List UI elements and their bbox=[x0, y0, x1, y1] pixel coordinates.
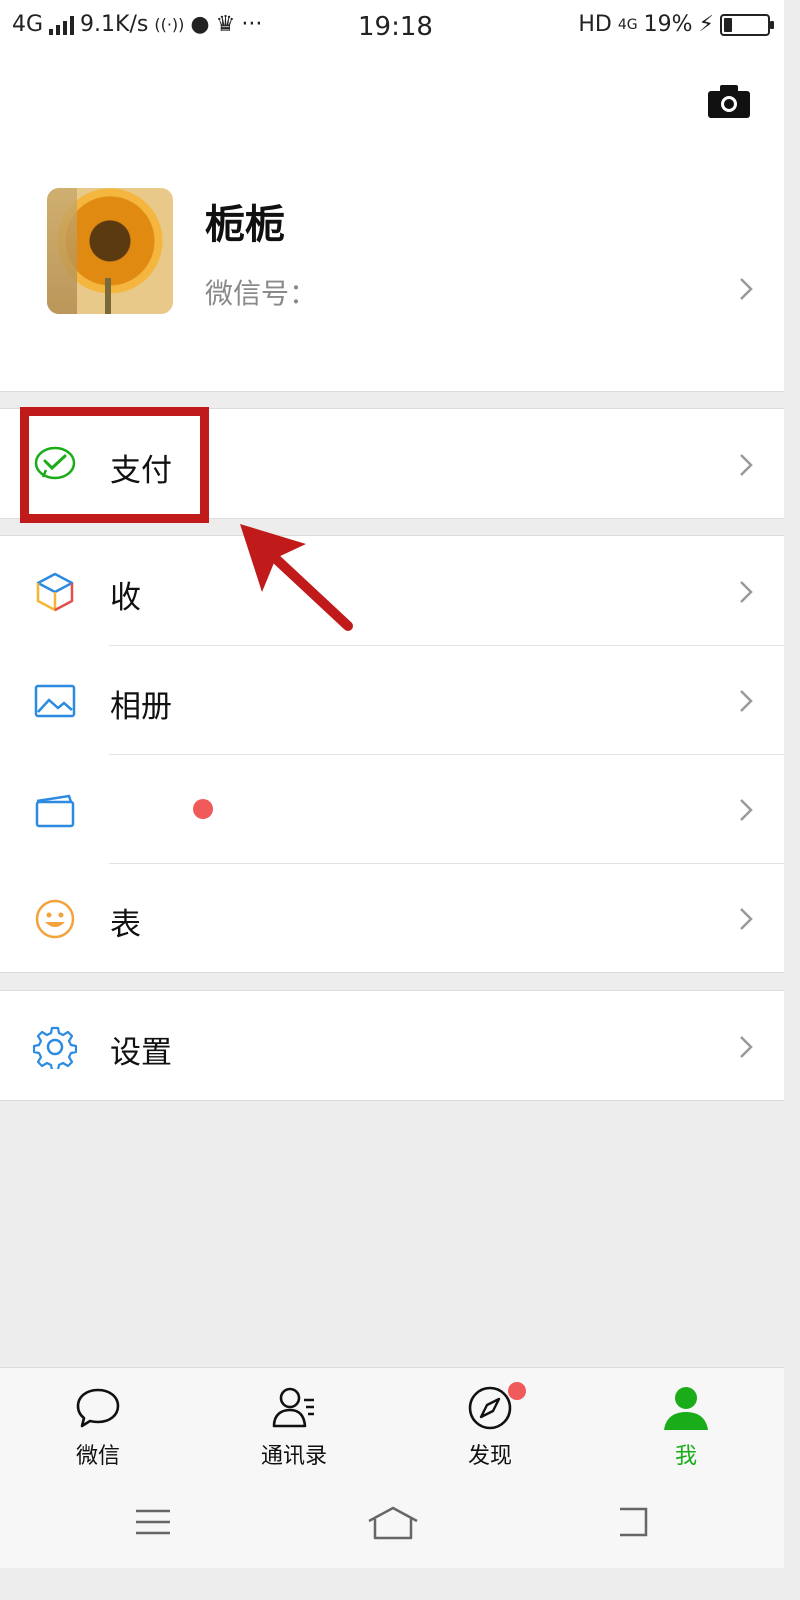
network-type: 4G bbox=[12, 12, 44, 37]
annotation-arrow-icon bbox=[240, 524, 353, 631]
menu-icon[interactable] bbox=[134, 1505, 172, 1539]
back-icon[interactable] bbox=[616, 1505, 652, 1539]
tab-discover[interactable]: 发现 bbox=[392, 1368, 588, 1486]
more-icon: ··· bbox=[241, 12, 263, 37]
menu-item-favorites[interactable]: 收 bbox=[0, 536, 784, 645]
menu-label-settings: 设置 bbox=[110, 1035, 172, 1071]
menu-label-album: 相册 bbox=[110, 689, 172, 725]
user-name: 栀栀 bbox=[205, 202, 285, 248]
crown-icon: ♛ bbox=[215, 12, 236, 37]
contacts-icon bbox=[272, 1387, 314, 1428]
battery-icon bbox=[720, 13, 774, 36]
menu-label-stickers: 表 bbox=[110, 907, 141, 943]
hotspot-icon: ((·)) bbox=[154, 15, 185, 34]
chevron-right-icon bbox=[740, 908, 753, 930]
picture-icon bbox=[34, 684, 76, 718]
wechat-id-label: 微信号： bbox=[205, 277, 318, 310]
home-icon[interactable] bbox=[366, 1505, 420, 1541]
battery-fill bbox=[724, 17, 732, 32]
chat-bubble-icon bbox=[76, 1388, 120, 1428]
charging-icon: ⚡ bbox=[698, 12, 714, 37]
battery-percent: 19% bbox=[643, 12, 693, 37]
profile-header[interactable]: 栀栀 微信号： bbox=[0, 52, 784, 392]
status-bar: 4G 9.1K/s ((·)) ● ♛ ··· 19:18 HD 4G 19% … bbox=[0, 0, 784, 52]
avatar[interactable] bbox=[47, 188, 173, 314]
camera-icon[interactable] bbox=[708, 84, 750, 118]
tab-bar: 微信 通讯录 发现 我 bbox=[0, 1367, 784, 1485]
smiley-icon bbox=[35, 899, 75, 939]
chevron-right-icon bbox=[740, 454, 753, 476]
compass-icon bbox=[468, 1386, 512, 1430]
status-left: 4G 9.1K/s ((·)) ● ♛ ··· bbox=[12, 12, 262, 37]
chevron-right-icon bbox=[740, 690, 753, 712]
cube-icon bbox=[36, 572, 74, 612]
chevron-right-icon bbox=[740, 581, 753, 603]
network-right: 4G bbox=[617, 16, 638, 33]
features-group: 收 相册 表 bbox=[0, 535, 784, 973]
system-nav-bar bbox=[0, 1485, 784, 1568]
menu-item-album[interactable]: 相册 bbox=[0, 645, 784, 754]
tab-chats[interactable]: 微信 bbox=[0, 1368, 196, 1486]
tab-contacts[interactable]: 通讯录 bbox=[196, 1368, 392, 1486]
person-icon bbox=[664, 1387, 708, 1430]
highlight-box bbox=[20, 407, 209, 523]
tab-me[interactable]: 我 bbox=[588, 1368, 784, 1486]
chevron-right-icon bbox=[740, 1036, 753, 1058]
signal-icon bbox=[49, 15, 75, 35]
tab-label-chats: 微信 bbox=[75, 1444, 120, 1469]
network-speed: 9.1K/s bbox=[80, 12, 149, 37]
menu-item-stickers[interactable]: 表 bbox=[0, 863, 784, 972]
card-icon bbox=[35, 794, 75, 828]
clock: 19:18 bbox=[358, 12, 433, 42]
chevron-right-icon bbox=[740, 278, 753, 300]
menu-item-settings[interactable]: 设置 bbox=[0, 991, 784, 1100]
hd-label: HD bbox=[578, 12, 612, 37]
tab-label-discover: 发现 bbox=[467, 1444, 512, 1469]
settings-group: 设置 bbox=[0, 990, 784, 1101]
notification-dot bbox=[193, 799, 213, 819]
tab-label-me: 我 bbox=[674, 1444, 697, 1469]
menu-item-cards[interactable] bbox=[0, 754, 784, 863]
status-right: HD 4G 19% ⚡ bbox=[578, 12, 774, 37]
menu-label-favorites: 收 bbox=[110, 580, 141, 616]
notification-dot bbox=[508, 1382, 526, 1400]
tab-label-contacts: 通讯录 bbox=[260, 1444, 327, 1469]
chevron-right-icon bbox=[740, 799, 753, 821]
gear-icon bbox=[33, 1026, 77, 1069]
planet-icon: ● bbox=[190, 12, 210, 37]
